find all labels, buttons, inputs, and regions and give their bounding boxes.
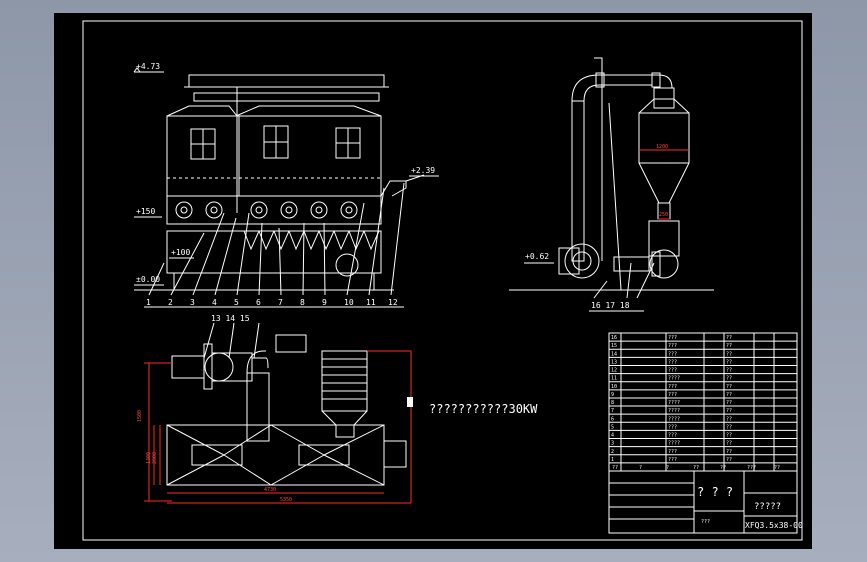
bom-code: ????	[668, 400, 680, 406]
bom-code: ???	[668, 343, 677, 349]
title-block: 16??? ??15??? ??14??? ??13??? ??12??? ??11???…	[608, 332, 803, 534]
bom-row-number: 6	[611, 416, 614, 422]
bom-qty: ??	[726, 441, 732, 447]
bom-code: ????	[668, 408, 680, 414]
fan-3	[250, 201, 268, 219]
bom-footer-cell: ??	[693, 465, 699, 471]
drawing-canvas[interactable]: +4.73 +2.39 +150 +100 ±0.00 1 2 3 4 5 6 7 8 9 10 1…	[54, 13, 812, 549]
drawing-number: XFQ3.5x38-00	[745, 521, 803, 530]
bom-footer-cell: ??	[612, 465, 618, 471]
part-number-3: 3	[190, 298, 195, 307]
bom-footer-cell: ??	[720, 465, 726, 471]
bom-code: ???	[668, 359, 677, 365]
bom-qty: ??	[726, 416, 732, 422]
part-number-7: 7	[278, 298, 283, 307]
bom-code: ???	[668, 351, 677, 357]
bom-code: ???	[668, 335, 677, 341]
bom-qty: ??	[726, 368, 732, 374]
dim-cyclone-dia: 1200	[656, 144, 668, 150]
part-number-8: 8	[300, 298, 305, 307]
fan-1	[175, 201, 193, 219]
elev-side: +0.62	[525, 252, 549, 261]
part-number-6: 6	[256, 298, 261, 307]
fan-2	[205, 201, 223, 219]
bom-footer-cell: ???	[747, 465, 756, 471]
cad-viewport: +4.73 +2.39 +150 +100 ±0.00 1 2 3 4 5 6 7 8 9 10 1…	[0, 0, 867, 562]
bom-code: ????	[668, 441, 680, 447]
bom-code: ???	[668, 457, 677, 463]
bom-row-number: 13	[611, 359, 617, 365]
front-elevation: +4.73 +2.39 +150 +100 ±0.00 1 2 3 4 5 6 7 8 9 10 1…	[133, 62, 439, 308]
bom-qty: ??	[726, 335, 732, 341]
part-number-2: 2	[168, 298, 173, 307]
bom-row-number: 15	[611, 343, 617, 349]
bom-qty: ??	[726, 408, 732, 414]
bom-qty: ??	[726, 343, 732, 349]
fan-4	[280, 201, 298, 219]
drawing-border	[82, 20, 803, 541]
elev-100: +100	[171, 248, 190, 257]
bom-row-number: 1	[611, 457, 614, 463]
bom-row-number: 7	[611, 408, 614, 414]
bom-qty: ??	[726, 433, 732, 439]
bom-row-number: 14	[611, 351, 617, 357]
bom-qty: ??	[726, 359, 732, 365]
bom-qty: ??	[726, 424, 732, 430]
bom-qty: ??	[726, 400, 732, 406]
bom-code: ???	[668, 368, 677, 374]
dim-plan-total: 5350	[280, 497, 292, 503]
title-center: ? ? ?	[697, 485, 733, 499]
bom-qty: ??	[726, 376, 732, 382]
part-number-4: 4	[212, 298, 217, 307]
part-number-10: 10	[344, 298, 354, 307]
bom-qty: ??	[726, 351, 732, 357]
fan-6	[340, 201, 358, 219]
bom-footer-cell: ?	[639, 465, 642, 471]
bom-qty: ??	[726, 457, 732, 463]
bom-row-number: 2	[611, 449, 614, 455]
bom-row-number: 11	[611, 376, 617, 382]
part-number-1: 1	[146, 298, 151, 307]
bom-qty: ??	[726, 449, 732, 455]
bom-row-number: 10	[611, 384, 617, 390]
bom-code: ???	[668, 384, 677, 390]
dim-plan-width: 4730	[264, 487, 276, 493]
svg-text:16 17 18: 16 17 18	[591, 301, 630, 310]
fan-5	[310, 201, 328, 219]
bom-row-number: 5	[611, 424, 614, 430]
bom-row-number: 8	[611, 400, 614, 406]
bom-code: ???	[668, 449, 677, 455]
dim-plan-depth: 1500	[137, 410, 143, 422]
bom-qty: ??	[726, 392, 732, 398]
elev-150: +150	[136, 207, 155, 216]
elev-inlet: +2.39	[411, 166, 435, 175]
side-elevation: 1200 250 +0.62 16 17 18	[509, 57, 714, 312]
bom-row-number: 16	[611, 335, 617, 341]
dim-cyclone-outlet: 250	[659, 212, 668, 218]
bom-code: ???	[668, 392, 677, 398]
part-number-12: 12	[388, 298, 398, 307]
part-number-5: 5	[234, 298, 239, 307]
dim-plan-side-b: 2000	[152, 452, 158, 464]
bom-row-number: 4	[611, 433, 614, 439]
bom-code: ???	[668, 424, 677, 430]
plan-view: 1500 1300 2000 4730 5350 13 14 15 ??????…	[137, 314, 538, 504]
bom-footer-cell: ??	[774, 465, 780, 471]
title-right: ?????	[754, 502, 781, 512]
bom-row-number: 3	[611, 441, 614, 447]
bom-row-number: 12	[611, 368, 617, 374]
part-number-11: 11	[366, 298, 376, 307]
bom-code: ???	[668, 433, 677, 439]
part-number-9: 9	[322, 298, 327, 307]
power-note: ???????????30KW	[429, 402, 538, 416]
bom-footer-cell: ?	[666, 465, 669, 471]
svg-text:13 14 15: 13 14 15	[211, 314, 250, 323]
elev-top: +4.73	[136, 62, 160, 71]
scale-label: ???	[701, 519, 710, 525]
bom-qty: ??	[726, 384, 732, 390]
bom-code: ????	[668, 376, 680, 382]
bom-code: ????	[668, 416, 680, 422]
bom-row-number: 9	[611, 392, 614, 398]
drawing-sheet: +4.73 +2.39 +150 +100 ±0.00 1 2 3 4 5 6 7 8 9 10 1…	[82, 20, 803, 541]
